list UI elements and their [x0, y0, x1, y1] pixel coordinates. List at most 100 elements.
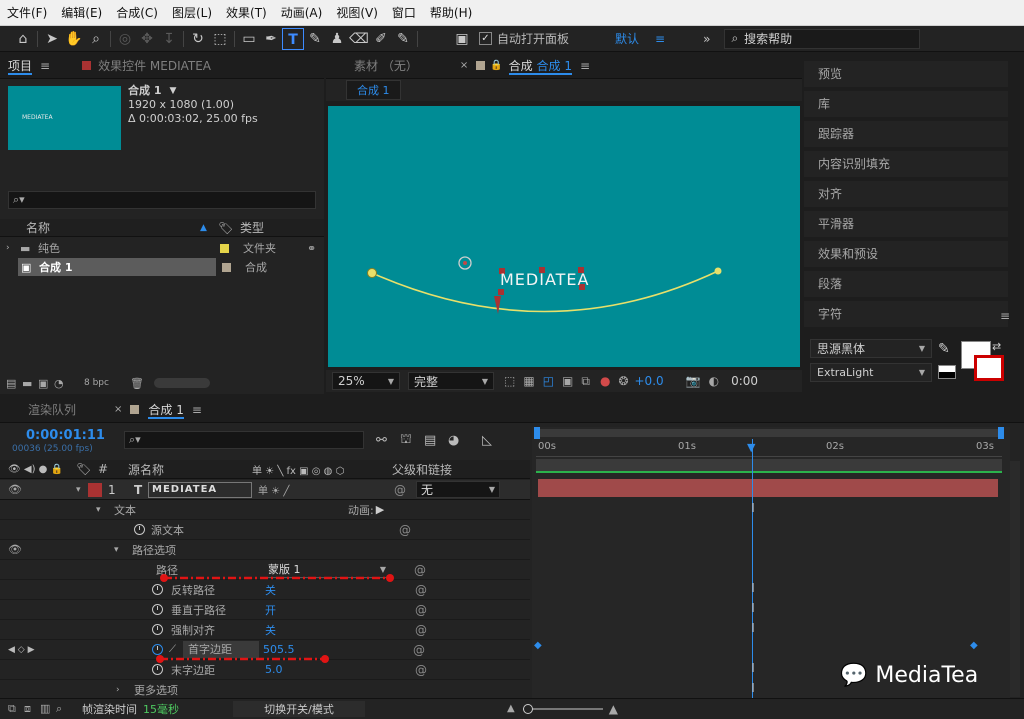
project-search-input[interactable]: ⌕▾ [8, 191, 316, 209]
expression-pickwhip-icon[interactable]: @ [399, 523, 411, 537]
keyframe-diamond[interactable]: ◆ [534, 640, 542, 651]
panel-item-paragraph[interactable]: 段落 [804, 271, 1008, 297]
exposure-value[interactable]: +0.0 [635, 374, 664, 388]
expression-pickwhip-icon[interactable]: @ [413, 643, 425, 657]
menu-edit[interactable]: 编辑(E) [54, 0, 109, 26]
pan-camera-icon[interactable]: ✥ [136, 28, 158, 50]
viewer-timecode[interactable]: 0:00 [731, 374, 758, 388]
draft-3d-icon[interactable]: ⛫ [400, 432, 424, 449]
layer-switch-icons[interactable]: 单 ☀ ╱ [258, 482, 394, 497]
anchor-tool-icon[interactable]: ⬚ [209, 28, 231, 50]
panel-item-effects-presets[interactable]: 效果和预设 [804, 241, 1008, 267]
expression-pickwhip-icon[interactable]: @ [415, 603, 427, 617]
prop-value[interactable]: 关 [265, 582, 415, 598]
menu-view[interactable]: 视图(V) [329, 0, 385, 26]
region-of-interest-icon[interactable]: ⬚ [504, 374, 515, 388]
lock-icon[interactable]: 🔒 [490, 60, 502, 71]
project-item-comp[interactable]: ▣ 合成 1 合成 [0, 257, 324, 277]
prop-path-options[interactable]: 👁 ▾ 路径选项 [0, 540, 530, 560]
path-text[interactable]: MEDIATEA [500, 270, 589, 289]
panel-menu-icon[interactable]: ≡ [580, 59, 590, 73]
3d-view-icon[interactable]: ⧉ [581, 374, 590, 389]
font-style-select[interactable]: ExtraLight ▼ [810, 363, 932, 382]
prop-value[interactable]: 505.5 [263, 643, 413, 656]
project-item-folder[interactable]: › ▬ 纯色 文件夹 ⚭ [0, 238, 324, 258]
zoom-out-icon[interactable]: ▲ [507, 703, 515, 714]
prop-source-text[interactable]: 源文本 @ [0, 520, 530, 540]
prop-text[interactable]: ▾ 文本 动画: ▶ [0, 500, 530, 520]
prop-path[interactable]: 路径 蒙版 1 ▼ @ [0, 560, 530, 580]
panel-item-library[interactable]: 库 [804, 91, 1008, 117]
orbit-camera-icon[interactable]: ◎ [114, 28, 136, 50]
tab-footage[interactable]: 素材 （无） [346, 53, 426, 79]
tab-composition[interactable]: 合成 合成 1 [503, 53, 580, 79]
expression-pickwhip-icon[interactable]: @ [415, 583, 427, 597]
frame-blending-icon[interactable]: ▤ [424, 433, 448, 448]
interpret-footage-icon[interactable]: ▤ [6, 377, 22, 390]
col-parent[interactable]: 父级和链接 [392, 461, 452, 478]
stamp-tool-icon[interactable]: ♟ [326, 28, 348, 50]
stopwatch-active-icon[interactable] [152, 644, 163, 655]
workspace-menu-icon[interactable]: ≡ [655, 32, 665, 46]
prop-force-align[interactable]: 强制对齐 关 @ [0, 620, 530, 640]
in-out-toggle-icon[interactable]: ▥ [40, 702, 56, 715]
panel-menu-icon[interactable]: ≡ [1000, 309, 1010, 323]
keyframe-diamond[interactable]: ◆ [970, 640, 978, 651]
panel-item-smoother[interactable]: 平滑器 [804, 211, 1008, 237]
puppet-pin-icon[interactable]: ✎ [392, 28, 414, 50]
project-scrollbar[interactable] [153, 378, 210, 388]
zoom-select[interactable]: 25% ▼ [332, 372, 400, 390]
menu-composition[interactable]: 合成(C) [109, 0, 165, 26]
workspace-default[interactable]: 默认 [615, 30, 639, 47]
menu-window[interactable]: 窗口 [385, 0, 423, 26]
stopwatch-icon[interactable] [152, 664, 163, 675]
stroke-color-swatch[interactable] [974, 355, 1004, 381]
type-tool-icon[interactable]: T [282, 27, 304, 50]
rotate-tool-icon[interactable]: ↻ [187, 28, 209, 50]
bpc-button[interactable]: 8 bpc [84, 378, 118, 388]
panel-item-align[interactable]: 对齐 [804, 181, 1008, 207]
channels-icon[interactable]: ● [600, 374, 610, 388]
panel-menu-icon[interactable]: ≡ [192, 403, 202, 417]
layer-duration-bar[interactable] [538, 479, 998, 497]
layer-chevron-icon[interactable]: ▾ [76, 485, 88, 495]
safe-margins-icon[interactable]: ▣ [562, 374, 573, 388]
panel-item-tracker[interactable]: 跟踪器 [804, 121, 1008, 147]
expression-pickwhip-icon[interactable]: @ [415, 663, 427, 677]
expand-chevron-icon[interactable]: ▾ [114, 545, 132, 555]
animate-menu-icon[interactable]: ▶ [376, 503, 384, 516]
stopwatch-icon[interactable] [152, 624, 163, 635]
expression-pickwhip-icon[interactable]: @ [414, 563, 426, 577]
transfer-controls-icon[interactable]: ⧈ [24, 702, 40, 716]
composition-canvas[interactable]: MEDIATEA [328, 106, 800, 367]
black-white-swatch[interactable] [938, 365, 956, 379]
trash-icon[interactable]: 🗑 [130, 377, 144, 390]
timeline-zoom-slider[interactable] [522, 703, 603, 714]
prop-value[interactable]: 5.0 [265, 663, 415, 676]
sort-icon[interactable]: ▲ [200, 223, 218, 233]
timeline-vertical-scrollbar[interactable] [1010, 461, 1020, 697]
prop-first-margin[interactable]: ◀ ◇ ▶ ⟋ 首字边距 505.5 @ [0, 640, 530, 660]
new-comp-icon[interactable]: ▣ [38, 377, 54, 390]
font-family-select[interactable]: 思源黑体 ▼ [810, 339, 932, 358]
render-time-toggle-icon[interactable]: ⌕ [56, 702, 72, 716]
home-icon[interactable]: ⌂ [12, 28, 34, 50]
menu-animation[interactable]: 动画(A) [274, 0, 330, 26]
visibility-eye-icon[interactable]: 👁 [8, 483, 38, 496]
comp-flowchart-icon[interactable]: ⚯ [376, 433, 400, 448]
swap-colors-icon[interactable]: ⇄ [992, 340, 1001, 353]
hand-tool-icon[interactable]: ✋ [63, 28, 85, 50]
col-type[interactable]: 类型 [240, 219, 264, 236]
layer-switches-toggle-icon[interactable]: ⧉ [8, 702, 24, 716]
expression-pickwhip-icon[interactable]: @ [415, 623, 427, 637]
prop-value[interactable]: 关 [265, 622, 415, 638]
roto-brush-icon[interactable]: ✐ [370, 28, 392, 50]
tab-timeline-comp[interactable]: 合成 1 [144, 397, 191, 423]
time-ruler[interactable]: 00s 01s 02s 03s [536, 439, 1002, 457]
timeline-search-input[interactable]: ⌕▾ [124, 431, 364, 449]
search-help-box[interactable]: ⌕ 搜索帮助 [724, 28, 921, 49]
menu-help[interactable]: 帮助(H) [423, 0, 479, 26]
prop-more-options[interactable]: › 更多选项 [0, 680, 530, 700]
comp-subtab[interactable]: 合成 1 [346, 80, 401, 100]
playhead-icon[interactable]: ▼ [747, 441, 755, 454]
